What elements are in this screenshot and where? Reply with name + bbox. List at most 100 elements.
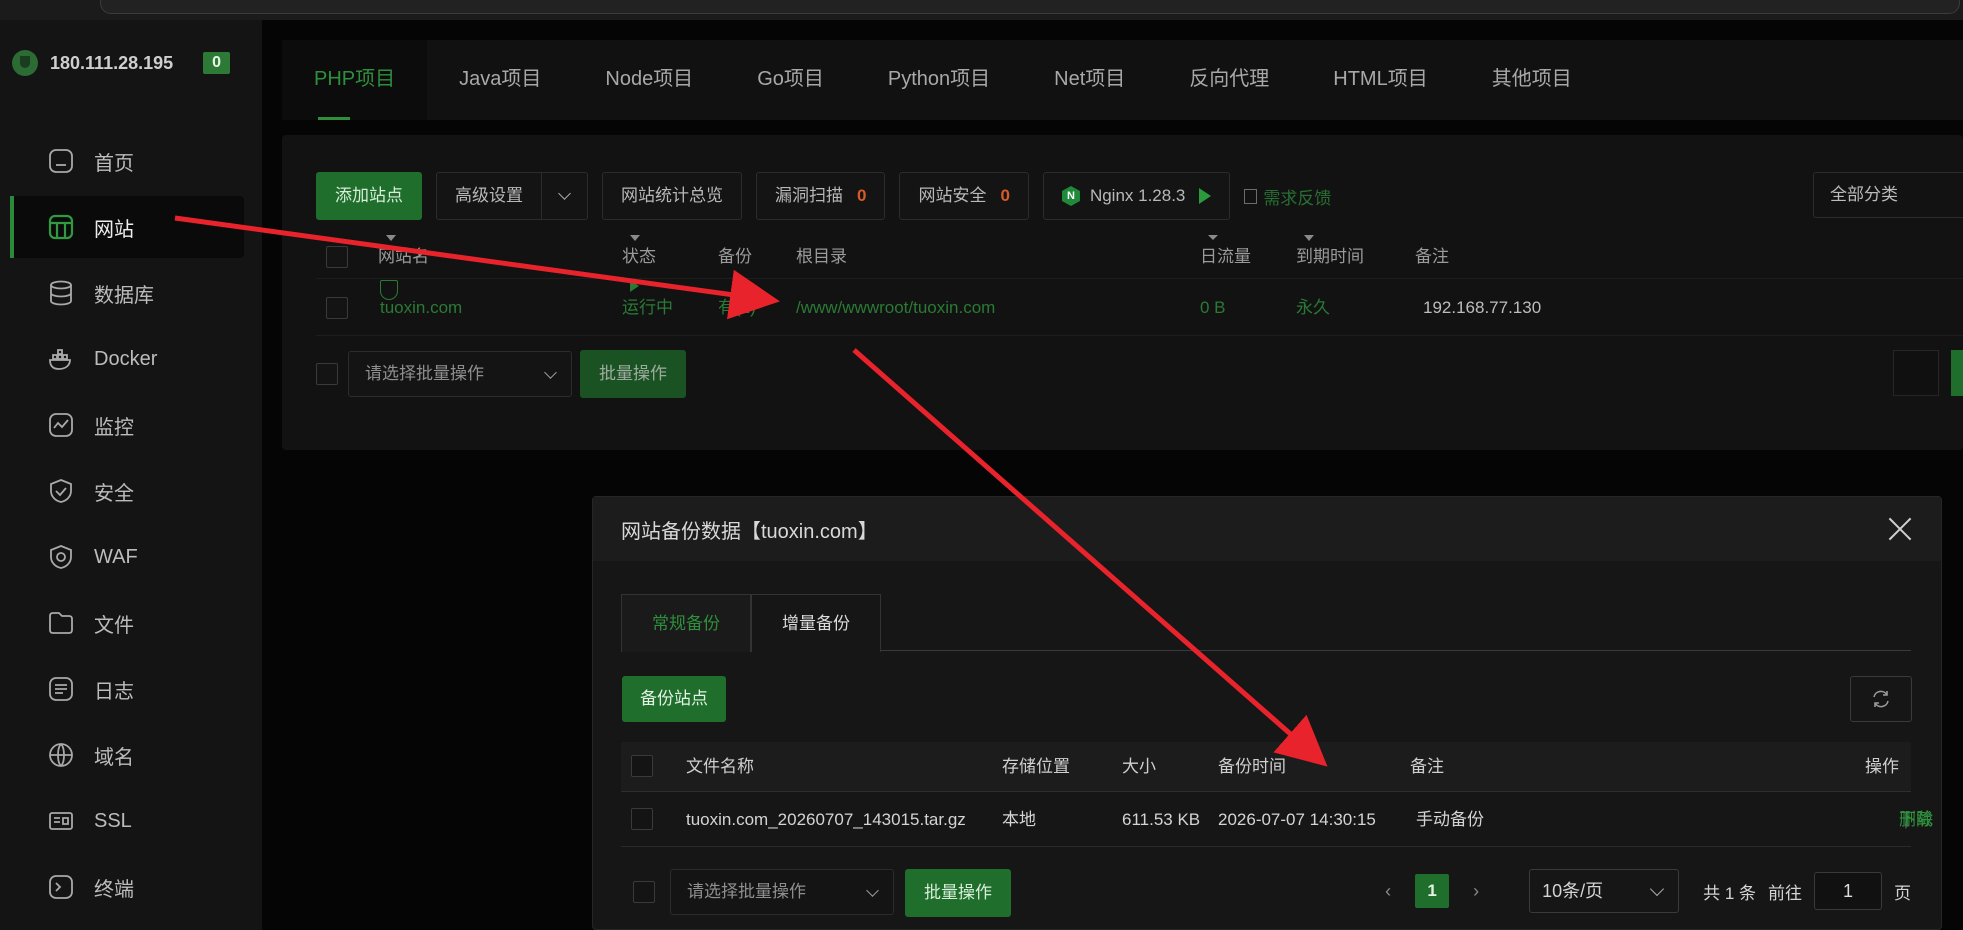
row-checkbox[interactable] [326, 297, 348, 319]
sidebar-item-domain[interactable]: 域名 [10, 724, 244, 786]
feedback-label: 需求反馈 [1263, 188, 1332, 208]
batch-button[interactable]: 批量操作 [580, 350, 686, 398]
tab-other[interactable]: 其他项目 [1460, 40, 1604, 120]
root-dir-link[interactable]: /www/wwwroot/tuoxin.com [796, 280, 995, 336]
sidebar-item-logs[interactable]: 日志 [10, 658, 244, 720]
col-size: 大小 [1122, 757, 1156, 776]
close-icon[interactable] [1887, 516, 1913, 542]
address-bar[interactable] [100, 0, 1960, 14]
site-stats-button[interactable]: 网站统计总览 [602, 172, 742, 220]
advanced-dropdown-button[interactable] [542, 172, 588, 220]
col-label: 网站名 [378, 247, 429, 266]
backup-modal: 网站备份数据【tuoxin.com】 常规备份 增量备份 备份站点 文件名称 存… [592, 496, 1942, 930]
note-value[interactable]: 192.168.77.130 [1423, 280, 1541, 336]
tab-net[interactable]: Net项目 [1022, 40, 1157, 120]
globe-icon [46, 740, 76, 770]
panel-logo-icon [12, 50, 38, 76]
delete-link[interactable]: 删除 [1899, 793, 1933, 847]
nginx-button[interactable]: N Nginx 1.28.3 [1042, 172, 1231, 220]
tab-regular-backup[interactable]: 常规备份 [621, 594, 751, 652]
chevron-down-icon [558, 186, 571, 200]
sidebar-item-database[interactable]: 数据库 [10, 262, 244, 324]
browser-bar [0, 0, 1963, 20]
sidebar-item-docker[interactable]: Docker [10, 328, 244, 390]
sidebar-item-label: 日志 [94, 680, 134, 703]
tab-html[interactable]: HTML项目 [1301, 40, 1459, 120]
sidebar-item-label: Docker [94, 347, 158, 370]
batch-select[interactable]: 请选择批量操作 [670, 869, 894, 915]
site-pager [1881, 350, 1963, 396]
traffic-value: 0 B [1200, 298, 1226, 317]
backup-table-header: 文件名称 存储位置 大小 备份时间 备注 操作 [621, 742, 1911, 792]
backup-time-value: 2026-07-07 14:30:15 [1218, 810, 1376, 829]
advanced-settings-button[interactable]: 高级设置 [436, 172, 542, 220]
sidebar-item-website[interactable]: 网站 [10, 196, 244, 258]
site-panel: 添加站点 高级设置 网站统计总览 漏洞扫描 0 网站安全 0 N Nginx 1.28… [282, 135, 1963, 450]
tab-incremental-backup[interactable]: 增量备份 [751, 594, 881, 652]
sidebar-item-home[interactable]: 首页 [10, 130, 244, 192]
backup-link[interactable]: 有(1) [718, 280, 756, 336]
sidebar-item-ssl[interactable]: SSL [10, 790, 244, 852]
select-all-checkbox[interactable] [631, 755, 653, 777]
pagination: ‹ 1 › 10条/页 共 1 条 前往 1 页 [1373, 869, 1911, 913]
sidebar-item-waf[interactable]: WAF [10, 526, 244, 588]
sort-icon [1304, 235, 1314, 241]
refresh-icon [1873, 690, 1889, 708]
select-all-checkbox[interactable] [326, 246, 348, 268]
storage-value: 本地 [1002, 810, 1036, 829]
batch-select[interactable]: 请选择批量操作 [348, 351, 572, 397]
file-name: tuoxin.com_20260707_143015.tar.gz [686, 810, 966, 829]
feedback-link[interactable]: 需求反馈 [1244, 184, 1331, 209]
sidebar-item-monitor[interactable]: 监控 [10, 394, 244, 456]
row-checkbox[interactable] [631, 808, 653, 830]
site-security-button[interactable]: 网站安全 0 [899, 172, 1029, 220]
feedback-icon [1244, 188, 1258, 204]
tab-go[interactable]: Go项目 [725, 40, 856, 120]
sidebar-item-security[interactable]: 安全 [10, 460, 244, 522]
chevron-down-icon [1650, 881, 1665, 897]
table-row: tuoxin.com_20260707_143015.tar.gz 本地 611… [621, 793, 1933, 847]
tab-reverse-proxy[interactable]: 反向代理 [1157, 40, 1301, 120]
sidebar-item-terminal[interactable]: 终端 [10, 856, 244, 918]
refresh-button[interactable] [1850, 676, 1912, 722]
batch-checkbox[interactable] [633, 881, 655, 903]
batch-checkbox[interactable] [316, 363, 338, 385]
tab-node[interactable]: Node项目 [573, 40, 725, 120]
docker-icon [46, 344, 76, 374]
batch-button[interactable]: 批量操作 [905, 869, 1011, 917]
page-number-button[interactable]: 1 [1415, 874, 1450, 908]
sidebar-item-label: 首页 [94, 152, 134, 175]
log-icon [46, 674, 76, 704]
vuln-scan-button[interactable]: 漏洞扫描 0 [756, 172, 886, 220]
col-root: 根目录 [796, 247, 847, 266]
play-icon [630, 280, 639, 292]
col-label: 日流量 [1200, 247, 1251, 266]
tab-php[interactable]: PHP项目 [282, 40, 428, 120]
chevron-left-icon[interactable]: ‹ [1373, 876, 1403, 906]
col-file-name: 文件名称 [686, 757, 754, 776]
chevron-right-icon[interactable]: › [1461, 876, 1491, 906]
tab-java[interactable]: Java项目 [427, 40, 573, 120]
modal-title: 网站备份数据【tuoxin.com】 [621, 520, 878, 543]
page-size-select[interactable]: 10条/页 [1529, 869, 1680, 913]
page-1-button[interactable] [1951, 350, 1963, 396]
batch-placeholder: 请选择批量操作 [687, 882, 806, 901]
nginx-icon: N [1061, 186, 1080, 206]
category-select[interactable]: 全部分类 [1813, 172, 1963, 218]
expire-value[interactable]: 永久 [1296, 280, 1330, 336]
message-count-badge[interactable]: 0 [203, 52, 231, 74]
backup-site-button[interactable]: 备份站点 [622, 676, 726, 722]
backup-tabs: 常规备份 增量备份 [621, 594, 1911, 652]
folder-icon [46, 608, 76, 638]
prev-page-button[interactable] [1893, 350, 1939, 396]
chevron-down-icon [866, 884, 879, 897]
vuln-count: 0 [857, 186, 867, 205]
security-label: 网站安全 [918, 186, 987, 205]
tab-python[interactable]: Python项目 [856, 40, 1022, 120]
goto-page-input[interactable]: 1 [1814, 872, 1882, 910]
note-value[interactable]: 手动备份 [1416, 793, 1484, 847]
col-backup: 备份 [718, 247, 752, 266]
sidebar-item-files[interactable]: 文件 [10, 592, 244, 654]
server-header: 180.111.28.195 0 [12, 50, 231, 76]
add-site-button[interactable]: 添加站点 [316, 172, 422, 220]
